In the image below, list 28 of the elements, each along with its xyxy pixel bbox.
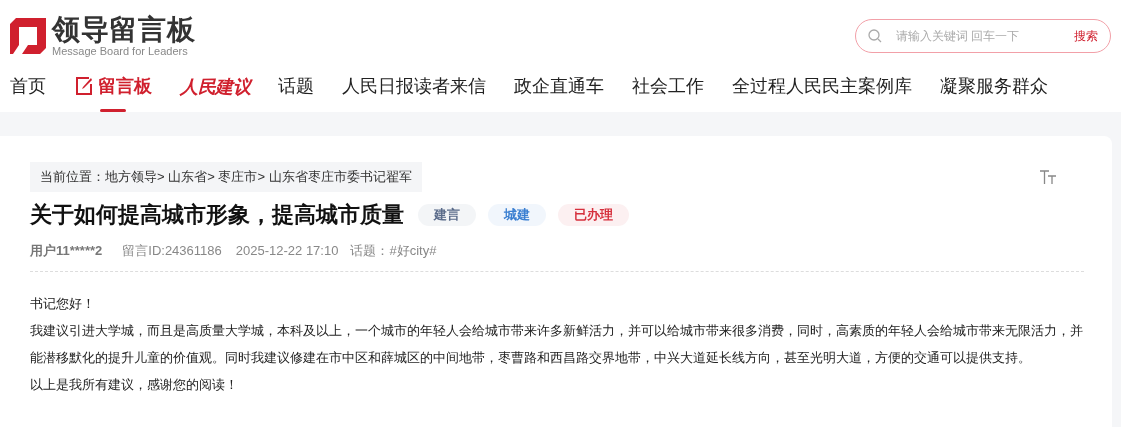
- nav-tab[interactable]: 留言板: [74, 66, 152, 112]
- post-time: 2025-12-22 17:10: [235, 242, 339, 260]
- nav-tab[interactable]: 首页: [10, 66, 46, 112]
- search-button[interactable]: 搜索: [1074, 27, 1098, 45]
- nav-tab[interactable]: 全过程人民民主案例库: [732, 66, 913, 112]
- logo-title: 领导留言板: [52, 15, 196, 45]
- logo-icon: [10, 18, 46, 54]
- post-id: 留言ID:24361186: [122, 242, 222, 260]
- post-topic: 话题：#好city#: [350, 242, 437, 260]
- post-paragraph: 以上是我所有建议，感谢您的阅读！: [30, 375, 239, 394]
- nav-tab[interactable]: 政企直通车: [514, 66, 605, 112]
- search-icon: [868, 29, 882, 43]
- tag: 已办理: [558, 203, 629, 226]
- nav-tab[interactable]: 社会工作: [632, 66, 705, 112]
- font-size-icon[interactable]: [1040, 170, 1056, 184]
- nav-tab[interactable]: 人民日报读者来信: [342, 66, 487, 112]
- nav-tab[interactable]: 人民建议: [180, 66, 251, 112]
- nav-tab[interactable]: 凝聚服务群众: [940, 66, 1049, 112]
- author-name: 用户11*****2: [30, 242, 103, 260]
- post-paragraph: 我建议引进大学城，而且是高质量大学城，本科及以上，一个城市的年轻人会给城市带来许多新鲜活力，并可以给城市带来很多消费，同时，高素质的年轻人会给城市带来无限活力，并能潜移默化的提升儿童的价值观。同时我建议修建在市中区和薛城区的中间地带，枣曹路和西昌路交界地带，中兴大道延长线方向，甚至光明大道，方便的交通可以提供支持。: [30, 321, 1084, 367]
- breadcrumb: 当前位置：地方领导> 山东省> 枣庄市> 山东省枣庄市委书记翟军: [30, 162, 422, 192]
- edit-icon: [74, 76, 94, 96]
- logo-subtitle: Message Board for Leaders: [52, 45, 189, 57]
- nav-tab[interactable]: 话题: [278, 66, 315, 112]
- post-title: 关于如何提高城市形象，提高城市质量: [30, 201, 404, 229]
- post-paragraph: 书记您好！: [30, 294, 96, 313]
- tag: 建言: [418, 203, 476, 226]
- tag: 城建: [488, 203, 546, 226]
